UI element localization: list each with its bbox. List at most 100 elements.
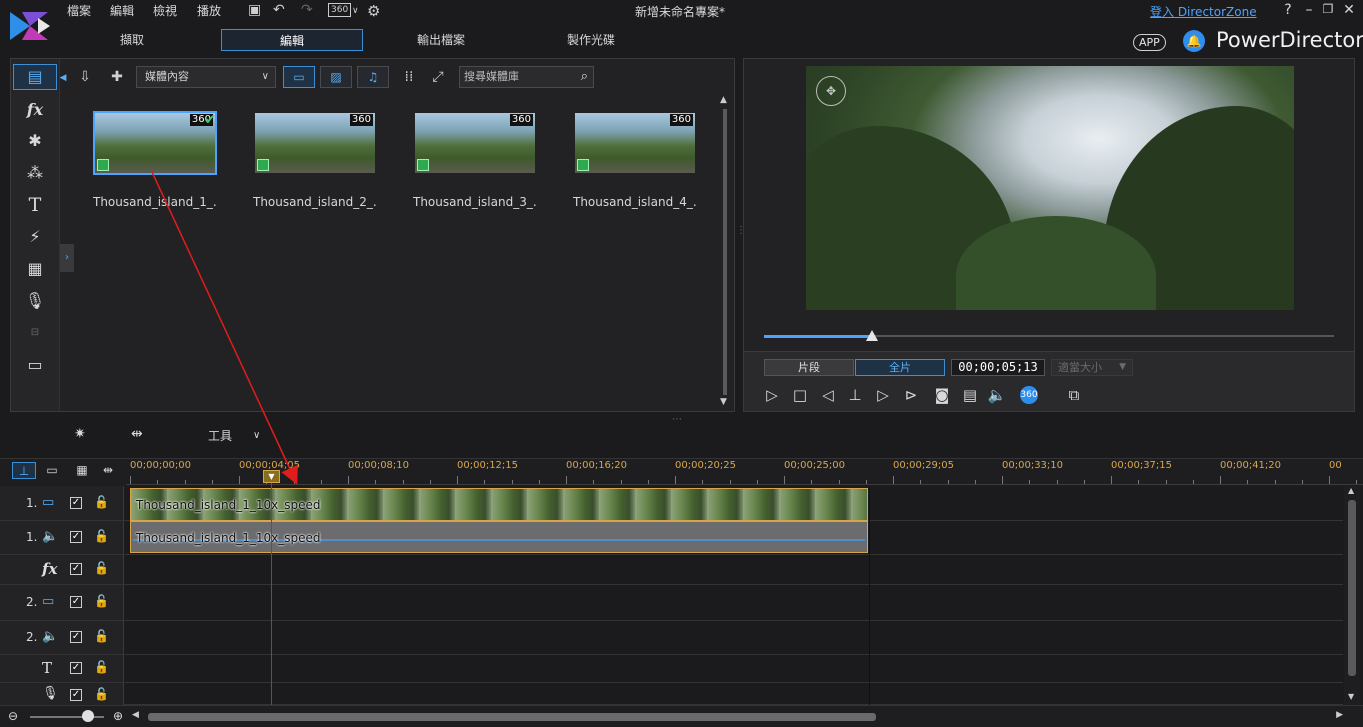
menu-file[interactable]: 檔案 <box>67 2 91 19</box>
lock-icon[interactable]: 🔓 <box>94 594 109 608</box>
filter-image-button[interactable]: ▨ <box>320 66 352 88</box>
timeline-ruler[interactable]: 00;00;00;00 00;00;04;05 00;00;08;10 00;00;1… <box>126 458 1363 485</box>
save-icon[interactable]: ▣ <box>248 2 261 18</box>
chapter-room-icon[interactable]: ⊟ <box>21 322 49 344</box>
zoom-out-icon[interactable]: ⊖ <box>8 709 18 723</box>
scrollbar-thumb[interactable] <box>723 109 727 395</box>
bell-icon[interactable]: 🔔 <box>1183 30 1205 52</box>
expand-view-icon[interactable]: ⤢ <box>429 66 447 88</box>
split-clip-icon[interactable]: ⇹ <box>131 426 143 442</box>
close-icon[interactable]: ✕ <box>1340 2 1358 18</box>
track-enable-checkbox[interactable]: ✓ <box>70 631 82 643</box>
playhead-handle[interactable]: ▼ <box>263 470 280 483</box>
undock-preview-icon[interactable]: ⧉ <box>1063 384 1085 406</box>
redo-icon[interactable]: ↷ <box>301 2 313 18</box>
tab-create-disc[interactable]: 製作光碟 <box>520 29 662 51</box>
scroll-right-icon[interactable]: ▶ <box>1336 710 1343 720</box>
storyboard-mode-button[interactable]: ▭ <box>40 462 64 479</box>
menu-view[interactable]: 檢視 <box>153 2 177 19</box>
import-media-icon[interactable]: ⇩ <box>75 66 95 88</box>
track-enable-checkbox[interactable]: ✓ <box>70 531 82 543</box>
subtitle-icon[interactable]: ▤ <box>959 384 981 406</box>
viewer-size-dropdown[interactable]: 適當大小 ▼ <box>1051 359 1133 376</box>
timeline-horizontal-scrollbar[interactable]: ◀ ▶ <box>130 710 1345 723</box>
menu-play[interactable]: 播放 <box>197 2 221 19</box>
filter-audio-button[interactable]: ♫ <box>357 66 389 88</box>
media-content-dropdown[interactable]: 媒體內容 ∨ <box>136 66 276 88</box>
chevron-down-icon[interactable]: ∨ <box>253 430 260 441</box>
play-icon[interactable]: ▷ <box>761 384 783 406</box>
media-room-icon[interactable]: ▤ <box>21 66 49 88</box>
previous-frame-icon[interactable]: ◁ <box>817 384 839 406</box>
media-clip-4[interactable]: 360 Thousand_island_4_... <box>573 111 697 209</box>
media-clip-3[interactable]: 360 Thousand_island_3_... <box>413 111 537 209</box>
timeline-video-clip[interactable]: Thousand_island_1_10x_speed <box>130 488 868 521</box>
360-view-icon[interactable]: 360 <box>328 3 352 17</box>
gear-icon[interactable]: ⚙ <box>367 2 380 20</box>
scroll-down-icon[interactable]: ▼ <box>1348 692 1354 701</box>
lock-icon[interactable]: 🔓 <box>94 660 109 674</box>
transition-room-icon[interactable]: ⚡ <box>21 226 49 248</box>
particle-room-icon[interactable]: ⁂ <box>21 162 49 184</box>
pip-room-icon[interactable]: ✱ <box>21 130 49 152</box>
scrollbar-thumb[interactable] <box>1348 500 1356 676</box>
next-frame-icon[interactable]: ▷ <box>872 384 894 406</box>
library-scrollbar[interactable]: ▲ ▼ <box>720 95 730 409</box>
track-enable-checkbox[interactable]: ✓ <box>70 689 82 701</box>
track-enable-checkbox[interactable]: ✓ <box>70 497 82 509</box>
clip-thumbnail[interactable]: 360 <box>573 111 697 175</box>
movie-mode-button[interactable]: 全片 <box>855 359 945 376</box>
media-clip-2[interactable]: 360 Thousand_island_2_... <box>253 111 377 209</box>
scroll-left-icon[interactable]: ◀ <box>132 710 139 720</box>
magic-tools-icon[interactable]: ✷ <box>74 426 86 442</box>
filter-video-button[interactable]: ▭ <box>283 66 315 88</box>
360-mode-icon[interactable]: 360 <box>1020 386 1038 404</box>
subtitle-room-icon[interactable]: ▭ <box>21 354 49 376</box>
menu-edit[interactable]: 編輯 <box>110 2 134 19</box>
volume-icon[interactable]: 🔈 <box>986 384 1008 406</box>
clip-thumbnail[interactable]: 360 <box>253 111 377 175</box>
lock-icon[interactable]: 🔓 <box>94 529 109 543</box>
help-icon[interactable]: ? <box>1279 2 1297 18</box>
login-directorzone-link[interactable]: 登入 DirectorZone <box>1150 3 1257 20</box>
search-input[interactable]: 搜尋媒體庫 ⌕ <box>459 66 594 88</box>
clip-thumbnail[interactable]: 360 <box>413 111 537 175</box>
plugin-icon[interactable]: ✚ <box>107 66 127 88</box>
scrollbar-thumb[interactable] <box>148 713 876 721</box>
restore-icon[interactable]: ❐ <box>1319 2 1337 16</box>
zoom-in-icon[interactable]: ⊕ <box>113 709 123 723</box>
panel-resize-handle[interactable]: ⋯ <box>672 414 682 425</box>
lock-icon[interactable]: 🔓 <box>94 629 109 643</box>
track-manager-icon[interactable]: ▦ <box>70 462 94 479</box>
search-icon[interactable]: ⌕ <box>581 67 588 87</box>
voice-over-room-icon[interactable]: 🎙 <box>21 290 49 312</box>
scroll-up-icon[interactable]: ▲ <box>720 95 727 105</box>
360-navigation-icon[interactable]: ✥ <box>816 76 846 106</box>
tab-produce[interactable]: 輸出檔案 <box>370 29 512 51</box>
clip-thumbnail[interactable]: 360 ✔ <box>93 111 217 175</box>
title-room-icon[interactable]: T <box>21 194 49 216</box>
scroll-down-icon[interactable]: ▼ <box>720 397 727 407</box>
track-enable-checkbox[interactable]: ✓ <box>70 662 82 674</box>
lock-icon[interactable]: 🔓 <box>94 687 109 701</box>
timeline-audio-clip[interactable]: Thousand_island_1_10x_speed <box>130 521 868 553</box>
stop-icon[interactable]: □ <box>789 384 811 406</box>
timeline-mode-button[interactable]: ⊥ <box>12 462 36 479</box>
tab-edit[interactable]: 編輯 <box>221 29 363 51</box>
app-button[interactable]: APP <box>1133 34 1166 51</box>
fit-timeline-icon[interactable]: ⇹ <box>96 462 120 479</box>
fast-forward-icon[interactable]: ⊳ <box>900 384 922 406</box>
snapshot-icon[interactable]: ◙ <box>931 384 953 406</box>
seek-slider-thumb[interactable] <box>866 330 878 341</box>
expand-panel-button[interactable]: › <box>60 244 74 272</box>
timecode-display[interactable]: 00;00;05;13 <box>951 359 1045 376</box>
chevron-down-icon[interactable]: ∨ <box>352 6 359 16</box>
undo-icon[interactable]: ↶ <box>273 2 285 18</box>
media-clip-1[interactable]: 360 ✔ Thousand_island_1_... <box>93 111 217 209</box>
minimize-icon[interactable]: – <box>1300 2 1318 18</box>
track-enable-checkbox[interactable]: ✓ <box>70 563 82 575</box>
zoom-slider-thumb[interactable] <box>82 710 94 722</box>
fx-room-icon[interactable]: fx <box>21 99 49 121</box>
split-marker-icon[interactable]: ⊥ <box>844 384 866 406</box>
lock-icon[interactable]: 🔓 <box>94 561 109 575</box>
